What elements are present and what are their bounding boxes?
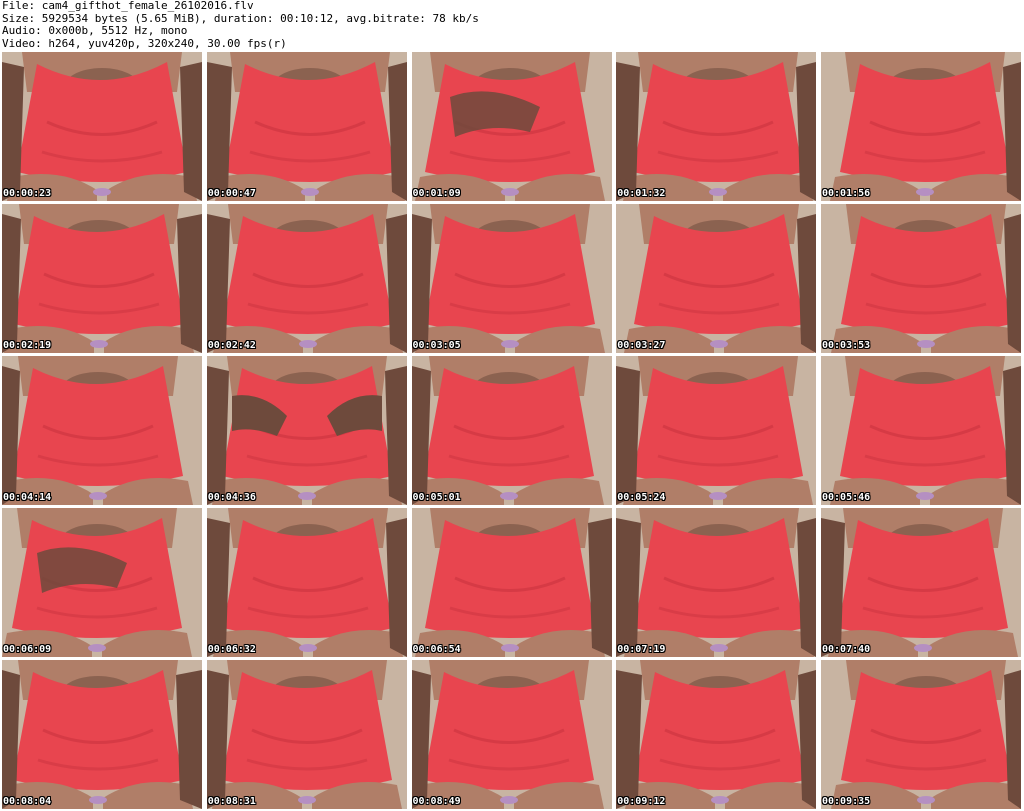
thumbnail-timestamp: 00:05:24: [617, 492, 666, 503]
thumbnail-timestamp: 00:03:27: [617, 340, 666, 351]
thumbnail-timestamp: 00:00:47: [207, 188, 256, 199]
thumbnail-timestamp: 00:03:05: [412, 340, 461, 351]
video-thumbnail: 00:07:40: [821, 508, 1021, 657]
video-thumbnail: 00:09:12: [616, 660, 817, 809]
video-thumbnail: 00:06:54: [411, 508, 612, 657]
thumbnail-frame: [616, 356, 817, 505]
video-thumbnail: 00:05:46: [821, 356, 1021, 505]
thumbnail-timestamp: 00:00:23: [3, 188, 52, 199]
thumbnail-timestamp: 00:04:36: [207, 492, 256, 503]
thumbnail-frame: [206, 356, 407, 505]
thumbnail-frame: [206, 660, 407, 809]
thumbnail-frame: [616, 204, 817, 353]
thumbnail-frame: [411, 660, 612, 809]
video-info-line: Video: h264, yuv420p, 320x240, 30.00 fps…: [2, 36, 287, 50]
thumbnail-frame: [821, 508, 1021, 657]
video-thumbnail: 00:01:09: [411, 52, 612, 201]
thumbnail-frame: [411, 508, 612, 657]
thumbnail-timestamp: 00:02:19: [3, 340, 52, 351]
thumbnail-timestamp: 00:08:49: [412, 796, 461, 807]
video-thumbnail: 00:03:27: [616, 204, 817, 353]
thumbnail-timestamp: 00:02:42: [207, 340, 256, 351]
thumbnail-timestamp: 00:05:01: [412, 492, 461, 503]
thumbnail-frame: [821, 356, 1021, 505]
thumbnail-timestamp: 00:04:14: [3, 492, 52, 503]
video-thumbnail: 00:03:05: [411, 204, 612, 353]
thumbnail-timestamp: 00:06:32: [207, 644, 256, 655]
thumbnail-frame: [411, 356, 612, 505]
video-thumbnail: 00:05:24: [616, 356, 817, 505]
video-thumbnail: 00:06:32: [206, 508, 407, 657]
thumbnail-timestamp: 00:06:09: [3, 644, 52, 655]
thumbnail-timestamp: 00:07:19: [617, 644, 666, 655]
video-thumbnail: 00:00:23: [2, 52, 202, 201]
audio-info-line: Audio: 0x000b, 5512 Hz, mono: [2, 24, 188, 37]
thumbnail-frame: [2, 660, 202, 809]
thumbnail-frame: [206, 52, 407, 201]
thumbnail-frame: [206, 508, 407, 657]
video-thumbnail: 00:05:01: [411, 356, 612, 505]
thumbnail-timestamp: 00:01:32: [617, 188, 666, 199]
thumbnail-frame: [2, 356, 202, 505]
thumbnail-frame: [2, 204, 202, 353]
thumbnail-timestamp: 00:01:56: [822, 188, 871, 199]
video-thumbnail: 00:08:04: [2, 660, 202, 809]
video-thumbnail: 00:02:42: [206, 204, 407, 353]
thumbnail-timestamp: 00:01:09: [412, 188, 461, 199]
video-thumbnail: 00:01:56: [821, 52, 1021, 201]
thumbnail-frame: [2, 52, 202, 201]
video-thumbnail: 00:01:32: [616, 52, 817, 201]
thumbnail-frame: [821, 204, 1021, 353]
thumbnail-timestamp: 00:03:53: [822, 340, 871, 351]
thumbnail-timestamp: 00:08:31: [207, 796, 256, 807]
thumbnail-timestamp: 00:09:35: [822, 796, 871, 807]
video-thumbnail: 00:07:19: [616, 508, 817, 657]
thumbnail-timestamp: 00:08:04: [3, 796, 52, 807]
video-thumbnail: 00:00:47: [206, 52, 407, 201]
thumbnail-timestamp: 00:06:54: [412, 644, 461, 655]
thumbnail-frame: [206, 204, 407, 353]
thumbnail-frame: [821, 52, 1021, 201]
thumbnail-frame: [411, 52, 612, 201]
file-info-header: File: cam4_gifthot_female_26102016.flv S…: [2, 0, 1020, 50]
video-thumbnail: 00:04:14: [2, 356, 202, 505]
thumbnail-frame: [616, 52, 817, 201]
video-thumbnail: 00:08:49: [411, 660, 612, 809]
thumbnail-frame: [616, 660, 817, 809]
thumbnail-frame: [616, 508, 817, 657]
thumbnail-timestamp: 00:09:12: [617, 796, 666, 807]
video-thumbnail: 00:04:36: [206, 356, 407, 505]
video-thumbnail: 00:03:53: [821, 204, 1021, 353]
thumbnail-frame: [2, 508, 202, 657]
video-thumbnail: 00:08:31: [206, 660, 407, 809]
thumbnail-frame: [821, 660, 1021, 809]
thumbnail-grid: 00:00:23 00:00:47 00:01:09 00:01:32 00:01:56…: [2, 52, 1021, 809]
thumbnail-timestamp: 00:07:40: [822, 644, 871, 655]
video-thumbnail: 00:06:09: [2, 508, 202, 657]
video-thumbnail: 00:09:35: [821, 660, 1021, 809]
file-name-line: File: cam4_gifthot_female_26102016.flv: [2, 0, 254, 12]
video-thumbnail: 00:02:19: [2, 204, 202, 353]
thumbnail-frame: [411, 204, 612, 353]
thumbnail-timestamp: 00:05:46: [822, 492, 871, 503]
